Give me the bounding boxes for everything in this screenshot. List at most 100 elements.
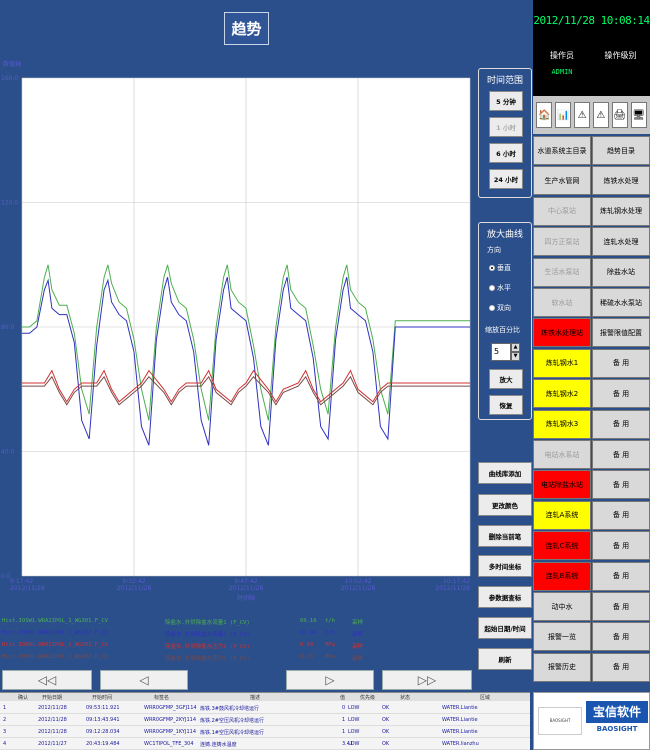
legend-value: 69.16 <box>300 618 317 624</box>
nav-button-r14c1[interactable]: 备 用 <box>592 561 650 591</box>
range-24hour-button[interactable]: 24 小时 <box>489 169 523 189</box>
zoom-in-button[interactable]: 放大 <box>489 369 523 389</box>
legend-desc: 除盐水.外供除盐水流量2 (F_CV) <box>165 632 250 638</box>
add-pen-button[interactable]: 曲线库添加 <box>478 462 532 484</box>
nav-button-r6c0[interactable]: 炼铁水处理站 <box>533 318 591 348</box>
range-5min-button[interactable]: 5 分钟 <box>489 91 523 111</box>
alarm-row[interactable]: 3 2012/11/28 09:12:28.034 WRR0GFMP_1KYJ114 炼… <box>0 726 530 738</box>
scroll-far-left-button[interactable]: ◁◁ <box>2 670 92 690</box>
alarm-cell-pri: LOW <box>348 741 360 747</box>
operator-name: ADMIN <box>551 68 573 76</box>
legend-row[interactable]: Hist.IOSW1.WRA2IPOL_1_WG301.F_CV 除盐水.外供除盐… <box>0 616 474 628</box>
nav-button-r1c0[interactable]: 生产水管网 <box>533 166 591 196</box>
nav-button-r15c1[interactable]: 备 用 <box>592 592 650 621</box>
alarm-cell-time: 20:43:19.484 <box>86 741 120 747</box>
col-tag: 标签名 <box>154 695 170 701</box>
nav-button-r2c0[interactable]: 中心泵站 <box>533 196 591 226</box>
start-datetime-button[interactable]: 起始日期/时间 <box>478 617 532 639</box>
legend-row[interactable]: Hist.IOSW1.WRA2IPOL_1_WG302.P_CV 除盐水.外供除盐… <box>0 652 474 664</box>
ratio-up-button[interactable]: ▲ <box>511 343 520 352</box>
scroll-left-button[interactable]: ◁ <box>100 670 188 690</box>
nav-button-r14c0[interactable]: 连轧B系统 <box>533 561 591 591</box>
scroll-right-button[interactable]: ▷ <box>286 670 374 690</box>
alarm-cell-desc: 炼铁.3#鼓风机冷却塔运行 <box>200 706 259 712</box>
nav-button-r5c1[interactable]: 稀硫水水泵站 <box>592 288 650 317</box>
nav-button-r0c1[interactable]: 趋势目录 <box>592 136 650 165</box>
nav-button-r4c1[interactable]: 除盐水站 <box>592 257 650 287</box>
direction-horizontal-radio[interactable]: 水平 <box>489 283 511 293</box>
alarm-cell-pri: LOW <box>348 705 360 711</box>
nav-button-r12c1[interactable]: 备 用 <box>592 500 650 530</box>
range-6hour-button[interactable]: 6 小时 <box>489 143 523 163</box>
nav-button-r3c1[interactable]: 连轧水处理 <box>592 227 650 257</box>
alarm-cell-state: OK <box>382 729 390 735</box>
trend-chart-svg[interactable]: 数值轴160.0120.080.040.00.09:17:422012/11/2… <box>0 58 474 606</box>
alarm-cell-time: 09:53:11.921 <box>86 705 120 711</box>
nav-button-r7c1[interactable]: 备 用 <box>592 348 650 378</box>
nav-button-r3c0[interactable]: 四方正泵站 <box>533 227 591 257</box>
alarm-row[interactable]: 1 2012/11/28 09:53:11.921 WRR0GFMP_3GFJ114 炼… <box>0 702 530 714</box>
monitor-icon[interactable]: 🖥 <box>630 102 647 128</box>
restore-button[interactable]: 恢复 <box>489 395 523 415</box>
alarm-cell-tag: WC1TIPOL_TFE_304 <box>144 741 194 747</box>
direction-both-radio[interactable]: 双向 <box>489 303 511 313</box>
alarm-row[interactable]: 2 2012/11/28 09:13:43.941 WRR0GFMP_2KYJ114 炼… <box>0 714 530 726</box>
nav-button-r8c0[interactable]: 炼轧钢水2 <box>533 379 591 409</box>
legend-status: 采样 <box>352 656 364 662</box>
change-color-button[interactable]: 更改颜色 <box>478 494 532 516</box>
time-range-panel: 时间范围 5 分钟 1 小时 6 小时 24 小时 <box>478 68 532 198</box>
trend-chart[interactable]: 数值轴 160.0 120.0 80.0 40.0 0.0 9:17:42 2012/11/2… <box>0 58 474 606</box>
nav-button-r13c0[interactable]: 连轧C系统 <box>533 531 591 561</box>
alarm-cell-state: OK <box>382 717 390 723</box>
nav-button-r5c0[interactable]: 软水站 <box>533 288 591 317</box>
delete-pen-button[interactable]: 删除当前笔 <box>478 525 532 547</box>
alarm-row[interactable]: 4 2012/11/27 20:43:19.484 WC1TIPOL_TFE_304 连… <box>0 738 530 750</box>
nav-button-r1c1[interactable]: 炼铁水处理 <box>592 166 650 196</box>
nav-button-r7c0[interactable]: 炼轧钢水1 <box>533 348 591 378</box>
warning-icon[interactable]: ⚠ <box>574 102 591 128</box>
scroll-far-right-button[interactable]: ▷▷ <box>382 670 472 690</box>
nav-button-r10c0[interactable]: 电站水系站 <box>533 440 591 469</box>
nav-button-r17c0[interactable]: 报警历史 <box>533 652 591 682</box>
alarm-bell-icon[interactable]: ⚠ <box>592 102 609 128</box>
alarm-cell-pri: LOW <box>348 717 360 723</box>
nav-button-r4c0[interactable]: 生活水泵站 <box>533 257 591 287</box>
zoom-ratio-input[interactable]: 5 <box>491 343 511 361</box>
nav-button-r0c0[interactable]: 水道系统主目录 <box>533 136 591 165</box>
nav-button-r12c0[interactable]: 连轧A系统 <box>533 500 591 530</box>
nav-button-r16c1[interactable]: 备 用 <box>592 622 650 652</box>
refresh-button[interactable]: 刷新 <box>478 648 532 670</box>
legend-row[interactable]: Hist.IOSW1.WRA2IPOL_1_WG302.F_CV 除盐水.外供除盐… <box>0 628 474 640</box>
nav-button-r10c1[interactable]: 备 用 <box>592 440 650 469</box>
nav-button-r8c1[interactable]: 备 用 <box>592 379 650 409</box>
page-title-text: 趋势 <box>231 20 262 38</box>
alarm-cell-pri: LOW <box>348 729 360 735</box>
parameter-axis-button[interactable]: 参数据查标 <box>478 586 532 608</box>
ratio-down-button[interactable]: ▼ <box>511 352 520 361</box>
legend-row[interactable]: Hist.IOSW1.WRA2IPOL_1_WG301.P_CV 除盐水.外供除盐… <box>0 640 474 652</box>
nav-button-r16c0[interactable]: 报警一览 <box>533 622 591 652</box>
print-icon[interactable]: 🖨 <box>611 102 628 128</box>
nav-button-r6c1[interactable]: 报警限值配置 <box>592 318 650 348</box>
home-icon[interactable]: 🏠 <box>536 102 553 128</box>
direction-vertical-radio[interactable]: 垂直 <box>489 263 511 273</box>
nav-button-r9c0[interactable]: 炼轧钢水3 <box>533 409 591 439</box>
nav-button-r13c1[interactable]: 备 用 <box>592 531 650 561</box>
multi-time-axis-button[interactable]: 多时间坐标 <box>478 555 532 577</box>
alarm-cell-n: 2 <box>3 717 7 723</box>
nav-button-r17c1[interactable]: 备 用 <box>592 652 650 682</box>
report-icon[interactable]: 📊 <box>555 102 572 128</box>
nav-button-r11c1[interactable]: 备 用 <box>592 470 650 500</box>
nav-button-r15c0[interactable]: 动中水 <box>533 592 591 621</box>
pen-legend: Hist.IOSW1.WRA2IPOL_1_WG301.F_CV 除盐水.外供除盐… <box>0 614 474 670</box>
legend-unit: MPa <box>325 654 335 660</box>
radio-icon <box>489 305 495 311</box>
nav-button-r9c1[interactable]: 备 用 <box>592 409 650 439</box>
range-1hour-button[interactable]: 1 小时 <box>489 117 523 137</box>
operator-level-label: 操作级别 <box>604 51 637 60</box>
x-tick-time: 9:32:42 <box>122 578 145 585</box>
nav-button-r11c0[interactable]: 电站除盐水站 <box>533 470 591 500</box>
nav-button-r2c1[interactable]: 炼轧钢水处理 <box>592 196 650 226</box>
alarm-cell-state: OK <box>382 705 390 711</box>
toolbar-icons: 🏠 📊 ⚠ ⚠ 🖨 🖥 <box>533 96 650 134</box>
